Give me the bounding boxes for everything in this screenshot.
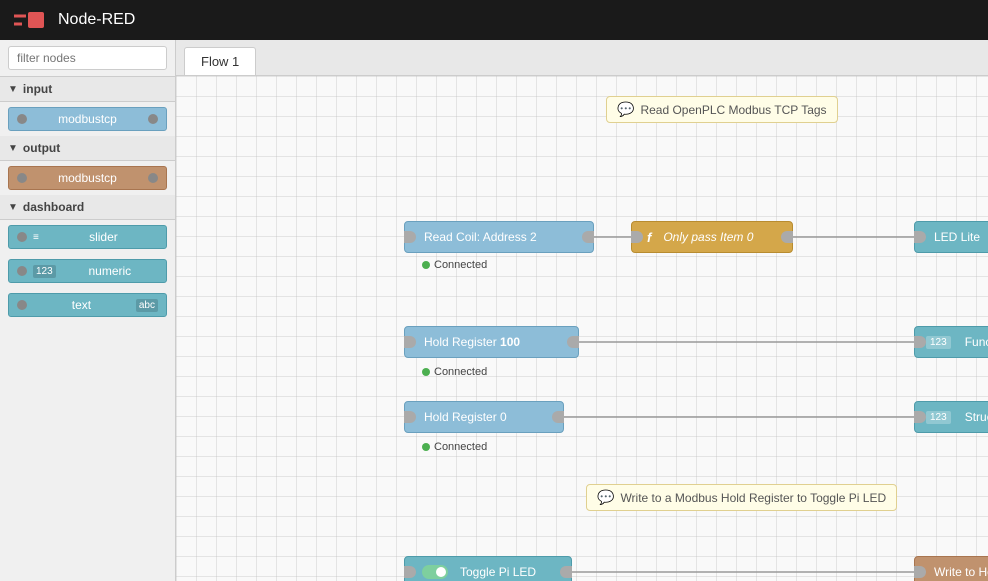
port-left-icon <box>17 114 27 124</box>
port-left-icon <box>404 566 416 578</box>
comment-node-1[interactable]: 💬 Read OpenPLC Modbus TCP Tags <box>606 96 838 123</box>
port-right-icon <box>148 173 158 183</box>
node-label: numeric <box>62 264 158 278</box>
section-label-dashboard: dashboard <box>23 200 84 214</box>
status-connected-n6: Connected <box>422 441 487 453</box>
port-left-icon <box>404 231 416 243</box>
sidebar: ▼ input modbustcp ▼ output modbustcp ▼ d… <box>0 40 176 581</box>
node-badge: 123 <box>926 336 951 349</box>
status-text: Connected <box>434 441 487 453</box>
port-right-icon <box>781 231 793 243</box>
tab-bar: Flow 1 <box>176 40 988 76</box>
node-label: Read Coil: Address 2 <box>416 230 582 244</box>
flow-node-n5[interactable]: 123 Function Block PB Count <box>914 326 988 358</box>
comment-icon: 💬 <box>597 489 614 506</box>
port-left-icon <box>631 231 643 243</box>
status-dot-green <box>422 261 430 269</box>
comment-text: Read OpenPLC Modbus TCP Tags <box>640 103 826 117</box>
node-label: LED Lite <box>926 230 988 244</box>
app-logo <box>12 8 48 32</box>
comment-icon: 💬 <box>617 101 634 118</box>
section-label-input: input <box>23 82 52 96</box>
node-label: Only pass Item 0 <box>655 230 781 244</box>
node-label: Function Block PB Count <box>957 335 988 349</box>
node-label: Toggle Pi LED <box>452 565 560 579</box>
flow-node-n2[interactable]: f Only pass Item 0 <box>631 221 793 253</box>
app-title: Node-RED <box>58 11 135 29</box>
canvas-area: Flow 1 💬 Read OpenPLC Modbus TCP Tags <box>176 40 988 581</box>
port-left-icon <box>914 231 926 243</box>
port-left-icon <box>914 411 926 423</box>
section-header-input[interactable]: ▼ input <box>0 77 175 102</box>
node-badge: abc <box>136 299 158 312</box>
flow-node-n8[interactable]: Toggle Pi LED <box>404 556 572 581</box>
node-label: modbustcp <box>33 112 142 126</box>
port-left-icon <box>17 173 27 183</box>
sidebar-node-text[interactable]: text abc <box>8 293 167 317</box>
function-icon: f <box>643 230 655 245</box>
flow-node-n7[interactable]: 123 Structured Text PB Count <box>914 401 988 433</box>
sidebar-node-numeric[interactable]: 123 numeric <box>8 259 167 283</box>
topbar: Node-RED <box>0 0 988 40</box>
port-left-icon <box>17 300 27 310</box>
status-text: Connected <box>434 366 487 378</box>
port-right-icon <box>582 231 594 243</box>
port-left-icon <box>404 411 416 423</box>
status-connected-n4: Connected <box>422 366 487 378</box>
toggle-switch-icon <box>422 565 448 579</box>
node-badge: 123 <box>33 265 56 278</box>
section-header-dashboard[interactable]: ▼ dashboard <box>0 195 175 220</box>
node-label: modbustcp <box>33 171 142 185</box>
port-left-icon <box>17 232 27 242</box>
status-dot-green <box>422 443 430 451</box>
port-left-icon <box>914 336 926 348</box>
flow-node-n6[interactable]: Hold Register 0 <box>404 401 564 433</box>
comment-node-2[interactable]: 💬 Write to a Modbus Hold Register to Tog… <box>586 484 897 511</box>
tab-flow1[interactable]: Flow 1 <box>184 47 256 75</box>
node-label: Structured Text PB Count <box>957 410 988 424</box>
sidebar-node-modbustcp-in[interactable]: modbustcp <box>8 107 167 131</box>
toggle-knob <box>436 567 446 577</box>
port-left-icon <box>404 336 416 348</box>
node-label: Hold Register 0 <box>416 410 552 424</box>
node-label: text <box>33 298 130 312</box>
flow-node-n4[interactable]: Hold Register 100 <box>404 326 579 358</box>
section-header-output[interactable]: ▼ output <box>0 136 175 161</box>
flow-canvas[interactable]: 💬 Read OpenPLC Modbus TCP Tags Read Coil… <box>176 76 988 581</box>
chevron-icon: ▼ <box>8 84 18 95</box>
node-label: slider <box>49 230 158 244</box>
comment-text: Write to a Modbus Hold Register to Toggl… <box>620 491 886 505</box>
port-right-icon <box>560 566 572 578</box>
filter-nodes-input[interactable] <box>8 46 167 70</box>
flow-node-n3[interactable]: LED Lite abc <box>914 221 988 253</box>
flow-node-n1[interactable]: Read Coil: Address 2 <box>404 221 594 253</box>
section-label-output: output <box>23 141 60 155</box>
node-label: Hold Register 100 <box>416 335 567 349</box>
sidebar-node-slider[interactable]: ≡ slider <box>8 225 167 249</box>
chevron-icon: ▼ <box>8 202 18 213</box>
flow-node-n9[interactable]: Write to Hold Register 1 <box>914 556 988 581</box>
chevron-icon: ▼ <box>8 143 18 154</box>
port-left-icon <box>914 566 926 578</box>
status-text: Connected <box>434 259 487 271</box>
sidebar-node-modbustcp-out[interactable]: modbustcp <box>8 166 167 190</box>
port-right-icon <box>148 114 158 124</box>
filter-input-wrap <box>0 40 175 77</box>
status-connected-n1: Connected <box>422 259 487 271</box>
status-dot-green <box>422 368 430 376</box>
port-right-icon <box>567 336 579 348</box>
node-badge: 123 <box>926 411 951 424</box>
node-label: Write to Hold Register 1 <box>926 565 988 579</box>
port-left-icon <box>17 266 27 276</box>
port-right-icon <box>552 411 564 423</box>
